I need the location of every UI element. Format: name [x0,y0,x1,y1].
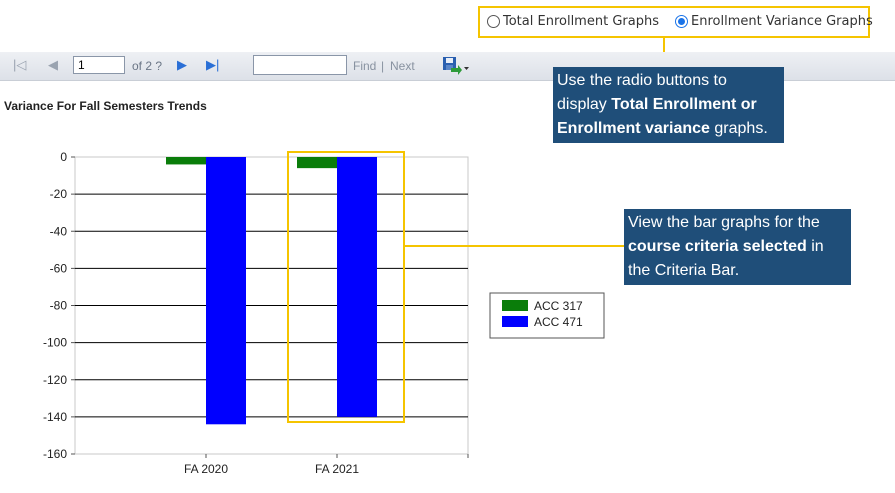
y-tick-label: -160 [43,447,67,461]
save-export-icon[interactable] [442,56,470,81]
chart-title: Variance For Fall Semesters Trends [4,99,207,113]
y-tick-label: -140 [43,410,67,424]
y-tick-label: -120 [43,373,67,387]
legend-swatch [502,300,528,311]
radio-checked-icon[interactable] [675,15,688,28]
bar-help-line2-text: in [806,238,824,255]
radio-help-line1: Use the radio buttons to [557,72,727,89]
y-tick-label: -80 [50,299,68,313]
radio-help-line3-text: graphs. [709,120,768,137]
first-page-icon[interactable]: |◁ [13,57,26,73]
radio-help-line3-bold: Enrollment variance [557,120,710,137]
bar-callout-connector [405,245,625,247]
bar-help-line2-bold: course criteria selected [628,238,807,255]
enrollment-variance-label[interactable]: Enrollment Variance Graphs [691,14,873,29]
enrollment-variance-radio[interactable]: Enrollment Variance Graphs [675,14,873,29]
bar-help-callout: View the bar graphs for the course crite… [624,209,851,285]
find-next-link[interactable]: Next [390,59,415,73]
radio-help-line2-bold: Total Enrollment or [611,96,757,113]
next-page-icon[interactable]: ▶ [177,57,187,73]
bar-acc-317-fa-2020 [166,157,206,165]
graph-type-radio-group: Total Enrollment Graphs Enrollment Varia… [478,6,873,38]
radio-help-line2: display Total Enrollment or [557,93,780,117]
radio-unchecked-icon[interactable] [487,15,500,28]
fa2021-highlight-box [287,151,405,423]
total-enrollment-radio[interactable]: Total Enrollment Graphs [487,14,659,29]
x-tick-label: FA 2020 [184,462,228,476]
find-link[interactable]: Find [353,59,376,73]
bar-help-line2: course criteria selected in [628,235,847,259]
find-separator: | [381,59,385,73]
bar-help-line3: the Criteria Bar. [628,262,740,279]
y-tick-label: -20 [50,187,68,201]
y-tick-label: -40 [50,224,68,238]
bar-acc-471-fa-2020 [206,157,246,425]
find-input[interactable] [253,55,347,75]
radio-help-callout: Use the radio buttons to display Total E… [553,67,784,143]
bar-help-line1: View the bar graphs for the [628,214,820,231]
page-number-input[interactable] [73,56,125,74]
radio-help-line3: Enrollment variance graphs. [557,117,780,141]
legend-box [489,292,605,339]
legend-label: ACC 471 [534,315,583,329]
previous-page-icon[interactable]: ◀ [48,57,58,73]
legend-label: ACC 317 [534,299,583,313]
page-count-text: of 2 ? [132,59,163,73]
last-page-icon[interactable]: ▶| [206,57,219,73]
x-tick-label: FA 2021 [315,462,359,476]
legend-swatch [502,316,528,327]
radio-help-line2-text: display [557,96,612,113]
y-tick-label: 0 [60,150,67,164]
y-tick-label: -60 [50,261,68,275]
total-enrollment-label[interactable]: Total Enrollment Graphs [503,14,659,29]
y-tick-label: -100 [43,336,67,350]
plot-area [74,156,469,455]
